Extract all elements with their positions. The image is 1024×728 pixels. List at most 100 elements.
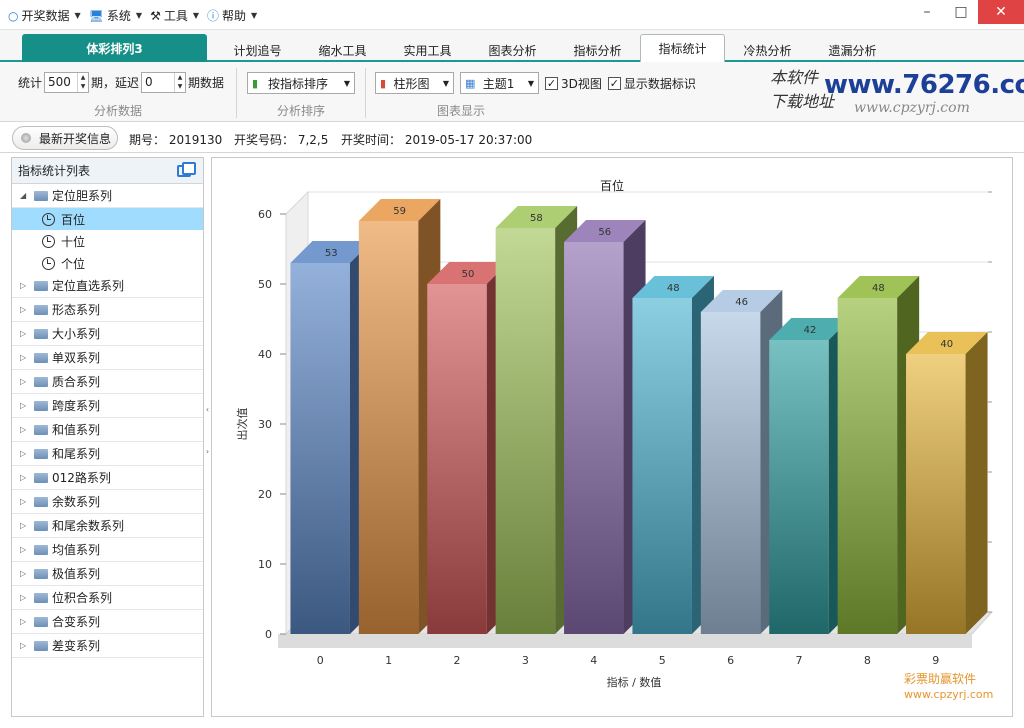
folder-icon [34,592,48,603]
collapsed-triangle-icon[interactable]: ▷ [20,353,30,362]
tab-chart-analysis[interactable]: 图表分析 [470,38,555,62]
collapsed-triangle-icon[interactable]: ▷ [20,449,30,458]
collapsed-triangle-icon[interactable]: ▷ [20,641,30,650]
site-watermark: 本软件 下载地址 www.76276.com www.cpzyrj.com [770,64,1024,120]
menu-lottery-data[interactable]: ○ 开奖数据 ▼ [8,7,81,24]
bar-front [358,221,419,634]
window-controls: – □ ✕ [910,0,1024,24]
menu-system[interactable]: 🖥 系统 ▼ [89,7,142,24]
expanded-triangle-icon[interactable]: ◢ [20,191,30,200]
show-labels-checkbox[interactable]: ✓ 显示数据标识 [607,75,696,92]
tree-item[interactable]: ▷ 定位直选系列 [12,274,203,298]
tree-item[interactable]: ▷ 和值系列 [12,418,203,442]
collapsed-triangle-icon[interactable]: ▷ [20,305,30,314]
tab-hot-cold[interactable]: 冷热分析 [725,38,810,62]
bar-chart-icon: ▮ [380,76,387,90]
monitor-icon: 🖥 [88,8,104,23]
chevron-up-icon[interactable]: ▲ [78,73,88,82]
tab-plan-tracking[interactable]: 计划追号 [215,38,300,62]
collapsed-triangle-icon[interactable]: ▷ [20,377,30,386]
collapsed-triangle-icon[interactable]: ▷ [20,617,30,626]
close-button[interactable]: ✕ [978,0,1024,24]
menu-tools[interactable]: ⚒ 工具 ▼ [150,7,199,24]
bar-chart: 0 10 20 30 40 50 60 53 0 59 1 50 2 58 3 56 4 48 5 46 6 42 7 48 8… [235,178,994,689]
collapsed-triangle-icon[interactable]: ▷ [20,401,30,410]
count-stepper[interactable]: 500 ▲ ▼ [44,72,90,93]
tab-indicator-analysis[interactable]: 指标分析 [555,38,640,62]
tree-item[interactable]: ◢ 定位胆系列 [12,184,203,208]
tab-reduce-tool[interactable]: 缩水工具 [300,38,385,62]
tree-item[interactable]: ▷ 极值系列 [12,562,203,586]
chevron-up-icon[interactable]: ▲ [175,73,185,82]
tree-item[interactable]: ▷ 合变系列 [12,610,203,634]
folder-icon [34,352,48,363]
main-menu: ○ 开奖数据 ▼ 🖥 系统 ▼ ⚒ 工具 ▼ ⓘ 帮助 ▼ [8,7,257,24]
collapsed-triangle-icon[interactable]: ▷ [20,329,30,338]
tree-item[interactable]: ▷ 形态系列 [12,298,203,322]
data-label: 40 [940,339,953,350]
folder-icon [34,424,48,435]
chevron-down-icon: ▼ [527,78,534,88]
collapsed-triangle-icon[interactable]: ▷ [20,497,30,506]
chart-type-select[interactable]: ▮ 柱形图 ▼ [375,72,454,94]
maximize-button[interactable]: □ [944,0,978,24]
lottery-brand-tab[interactable]: 体彩排列3 [22,34,207,62]
stat-label: 统计 [18,76,43,90]
tree-item[interactable]: ▷ 和尾系列 [12,442,203,466]
delay-stepper[interactable]: 0 ▲ ▼ [141,72,187,93]
collapsed-triangle-icon[interactable]: ▷ [20,545,30,554]
y-tick-label: 60 [258,208,272,221]
bar-front [837,298,898,634]
tree-item[interactable]: ▷ 差变系列 [12,634,203,658]
tree-child-item[interactable]: 个位 [12,252,203,274]
tree-item[interactable]: ▷ 大小系列 [12,322,203,346]
chevron-right-icon[interactable]: › [204,447,211,456]
tree-item-label: 和尾系列 [52,447,101,461]
watermark-url-main: www.76276.com [824,70,1024,100]
chart-display-title: 图表显示 [436,104,485,118]
chevron-down-icon[interactable]: ▼ [175,82,185,91]
footer-url: www.cpzyrj.com [904,688,994,701]
data-label: 59 [393,206,406,217]
collapsed-triangle-icon[interactable]: ▷ [20,425,30,434]
chart-display-group: ▮ 柱形图 ▼ ▦ 主题1 ▼ ✓ 3D视图 ✓ 显示数据标识 图表显示 [366,62,716,122]
collapsed-triangle-icon[interactable]: ▷ [20,281,30,290]
panel-header: 指标统计列表 [12,158,203,184]
x-tick-label: 6 [727,654,734,667]
status-dot-icon [21,133,31,143]
collapsed-triangle-icon[interactable]: ▷ [20,569,30,578]
chevron-left-icon[interactable]: ‹ [204,405,211,414]
tree-item[interactable]: ▷ 和尾余数系列 [12,514,203,538]
menu-help[interactable]: ⓘ 帮助 ▼ [207,7,257,24]
chevron-down-icon[interactable]: ▼ [78,82,88,91]
tab-utility-tool[interactable]: 实用工具 [385,38,470,62]
copy-icon[interactable] [177,161,196,177]
tree-item[interactable]: ▷ 位积合系列 [12,586,203,610]
tree-item-label: 位积合系列 [52,591,113,605]
tree-item[interactable]: ▷ 均值系列 [12,538,203,562]
collapsed-triangle-icon[interactable]: ▷ [20,521,30,530]
tree-child-label: 十位 [61,234,86,249]
tree-child-item[interactable]: 十位 [12,230,203,252]
minimize-button[interactable]: – [910,0,944,24]
panel-splitter[interactable]: ‹ › [204,157,211,717]
tree-item-label: 定位直选系列 [52,279,125,293]
view3d-checkbox[interactable]: ✓ 3D视图 [545,75,602,92]
tree-child-item[interactable]: 百位 [12,208,203,230]
tree-item[interactable]: ▷ 余数系列 [12,490,203,514]
latest-draw-button[interactable]: 最新开奖信息 [12,126,118,150]
tree-item[interactable]: ▷ 012路系列 [12,466,203,490]
sort-select[interactable]: ▮ 按指标排序 ▼ [247,72,355,94]
collapsed-triangle-icon[interactable]: ▷ [20,593,30,602]
tree-item[interactable]: ▷ 单双系列 [12,346,203,370]
chevron-down-icon: ▼ [343,78,350,88]
theme-select[interactable]: ▦ 主题1 ▼ [460,72,539,94]
tree-item[interactable]: ▷ 跨度系列 [12,394,203,418]
tab-indicator-stats[interactable]: 指标统计 [640,34,725,62]
tree-child-label: 百位 [61,212,86,227]
clock-icon [42,212,55,226]
tree-item[interactable]: ▷ 质合系列 [12,370,203,394]
collapsed-triangle-icon[interactable]: ▷ [20,473,30,482]
tab-omission[interactable]: 遗漏分析 [810,38,895,62]
sort-icon: ▮ [252,76,259,90]
